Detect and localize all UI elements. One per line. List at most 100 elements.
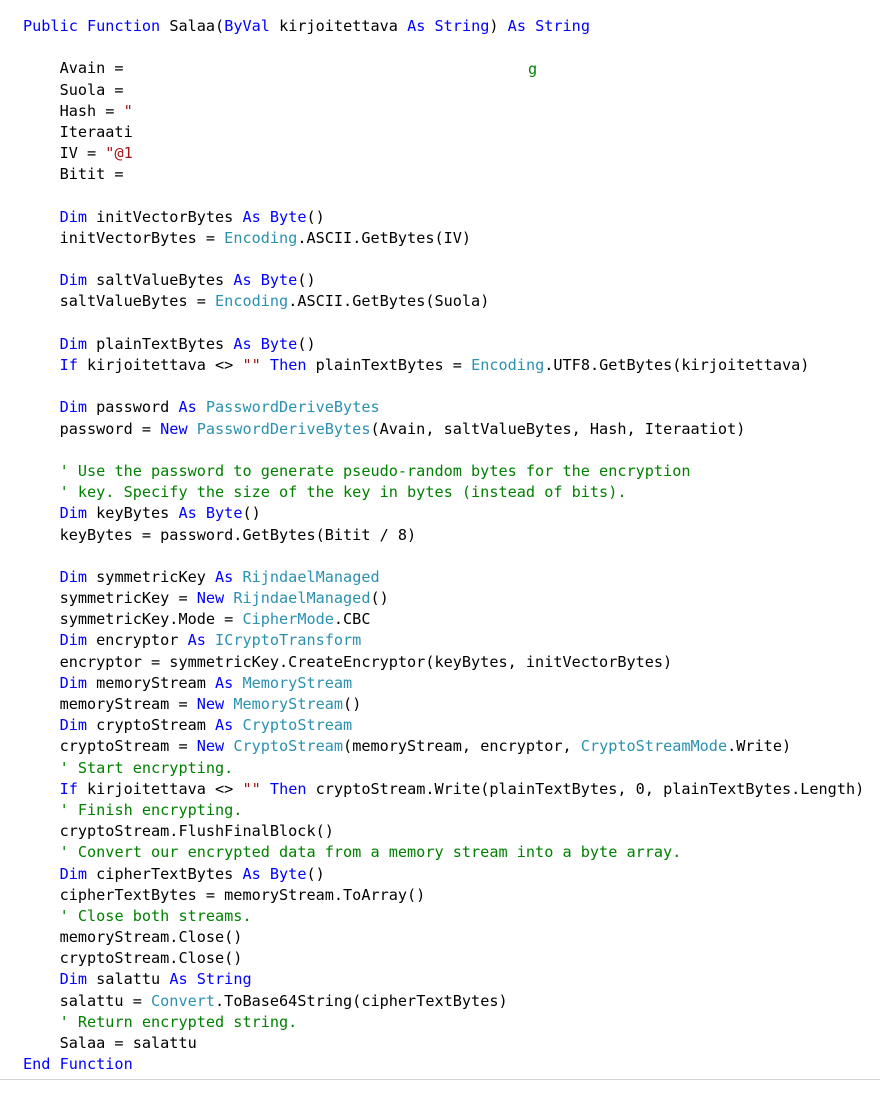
code-line: ' Close both streams. (23, 906, 864, 927)
keyword-token: New (160, 419, 197, 438)
keyword-token: New (196, 589, 234, 608)
code-text-area[interactable]: Public Function Salaa(ByVal kirjoitettav… (23, 16, 864, 1075)
keyword-token: As Byte (233, 271, 298, 290)
code-line: encryptor = symmetricKey.CreateEncryptor… (23, 652, 864, 673)
code-token: symmetricKey (96, 567, 216, 586)
code-line: Public Function Salaa(ByVal kirjoitettav… (23, 16, 864, 37)
keyword-token: As String (169, 970, 252, 989)
code-token: saltValueBytes = (23, 292, 216, 311)
code-token: initVectorBytes = (23, 228, 225, 247)
code-token: (memoryStream, encryptor, (343, 737, 581, 756)
code-token: Hash = (23, 101, 124, 120)
code-token: () (297, 334, 316, 353)
type-token: Encoding (215, 292, 289, 311)
code-token: memoryStream.Close() (23, 928, 243, 947)
code-token: encryptor (96, 631, 188, 650)
code-line: IV = "@1 (23, 143, 864, 164)
comment-token: ' Close both streams. (59, 906, 252, 925)
code-token: plainTextBytes (96, 334, 234, 353)
code-line: Bitit = (23, 164, 864, 185)
keyword-token: Dim (59, 631, 97, 650)
code-line: If kirjoitettava <> "" Then cryptoStream… (23, 779, 865, 800)
code-token: Bitit = (23, 165, 133, 184)
code-line: symmetricKey = New RijndaelManaged() (23, 588, 864, 609)
code-line: Hash = " (23, 101, 864, 122)
code-token: Salaa( (169, 17, 225, 35)
code-token: symmetricKey = (23, 589, 197, 608)
type-token: PasswordDeriveBytes (196, 419, 371, 438)
string-token: "" (242, 779, 261, 798)
string-token: "@1 (105, 144, 133, 163)
comment-token: ' Return encrypted string. (59, 1012, 298, 1031)
code-line: password = New PasswordDeriveBytes(Avain… (23, 419, 864, 440)
code-token: .ToBase64String(cipherTextBytes) (215, 991, 508, 1010)
keyword-token: As Byte (242, 207, 307, 226)
keyword-token: End Function (23, 1055, 133, 1074)
keyword-token: As (215, 673, 243, 692)
code-line: ' Convert our encrypted data from a memo… (23, 842, 864, 863)
editor-bottom-border (0, 1079, 880, 1080)
code-line: cryptoStream = New CryptoStream(memorySt… (23, 736, 864, 757)
keyword-token: Public Function (23, 17, 170, 35)
code-token: .ASCII.GetBytes(IV) (297, 228, 472, 247)
keyword-token: Then (269, 779, 316, 798)
code-token: ) (489, 17, 508, 35)
code-token: .CBC (333, 610, 371, 629)
code-token: kirjoitettava (279, 17, 408, 35)
code-line: Dim plainTextBytes As Byte() (23, 334, 864, 355)
type-token: Encoding (224, 228, 298, 247)
type-token: RijndaelManaged (242, 567, 380, 586)
code-token: .Write) (727, 737, 792, 756)
code-line: Salaa = salattu (23, 1033, 864, 1054)
type-token: ICryptoTransform (215, 631, 362, 650)
code-line: ' Finish encrypting. (23, 800, 864, 821)
code-token: cryptoStream (96, 716, 216, 735)
code-token: memoryStream = (23, 695, 197, 713)
code-line: Dim keyBytes As Byte() (23, 503, 864, 524)
keyword-token: New (196, 737, 234, 756)
code-line: Dim encryptor As ICryptoTransform (23, 630, 864, 651)
code-line: Iteraati (23, 122, 864, 143)
code-line: ' Return encrypted string. (23, 1012, 864, 1033)
code-token: Iteraati (23, 122, 133, 141)
code-line: initVectorBytes = Encoding.ASCII.GetByte… (23, 228, 864, 249)
code-token: initVectorBytes (96, 207, 243, 226)
keyword-token: Dim (59, 673, 97, 692)
code-token: symmetricKey.Mode = (23, 610, 243, 629)
comment-token: ' Convert our encrypted data from a memo… (59, 843, 682, 862)
code-line: Dim cipherTextBytes As Byte() (23, 864, 864, 885)
code-token: Suola = (23, 80, 133, 99)
code-token: plainTextBytes = (315, 356, 472, 374)
code-token: password = (23, 419, 161, 438)
code-token: salattu = (23, 991, 152, 1010)
code-token: cryptoStream.FlushFinalBlock() (23, 822, 334, 841)
code-token: saltValueBytes (96, 271, 234, 290)
keyword-token: As (215, 716, 243, 735)
code-token: (Avain, saltValueBytes, Hash, Iteraatiot… (370, 419, 746, 438)
code-line: ' Start encrypting. (23, 758, 864, 779)
code-token: .UTF8.GetBytes(kirjoitettava) (544, 356, 810, 374)
type-token: Encoding (471, 356, 545, 374)
comment-token: ' Finish encrypting. (59, 800, 243, 819)
code-editor[interactable]: Public Function Salaa(ByVal kirjoitettav… (0, 0, 880, 1080)
keyword-token: Dim (59, 864, 97, 883)
code-line: Dim symmetricKey As RijndaelManaged (23, 567, 864, 588)
code-line: cipherTextBytes = memoryStream.ToArray() (23, 885, 864, 906)
